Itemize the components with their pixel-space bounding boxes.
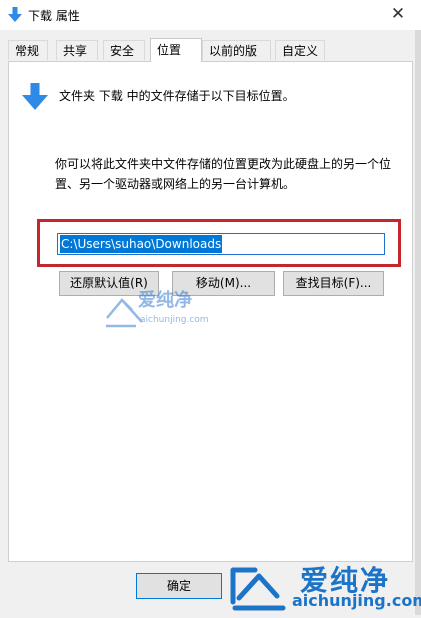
- tab-previous-versions[interactable]: 以前的版本: [202, 40, 271, 78]
- watermark-small-text: 爱纯净: [138, 289, 192, 311]
- tab-general[interactable]: 常规: [8, 40, 48, 60]
- download-arrow-icon: [22, 83, 48, 110]
- find-target-button[interactable]: 查找目标(F)...: [283, 271, 384, 296]
- window-title: 下载 属性: [28, 9, 80, 23]
- tab-customize[interactable]: 自定义: [275, 40, 325, 60]
- path-input[interactable]: C:\Users\suhao\Downloads: [57, 233, 385, 255]
- tab-sharing[interactable]: 共享: [56, 40, 98, 60]
- watermark-small: 爱纯净 aichunjing.com: [106, 289, 209, 328]
- path-input-value: C:\Users\suhao\Downloads: [60, 235, 223, 253]
- tab-strip: 常规 共享 安全 位置 以前的版本 自定义: [8, 38, 418, 78]
- window-edge: [415, 30, 421, 615]
- close-button[interactable]: ✕: [375, 0, 421, 30]
- watermark-logo-icon: [230, 567, 286, 611]
- tab-location[interactable]: 位置: [150, 38, 202, 62]
- location-info-text: 文件夹 下载 中的文件存储于以下目标位置。: [59, 89, 295, 103]
- tab-security[interactable]: 安全: [103, 40, 145, 60]
- watermark-big-url: aichunjing.com: [292, 591, 421, 610]
- download-folder-icon: [8, 7, 22, 22]
- title-bar: 下载 属性 ✕: [0, 0, 421, 30]
- location-description: 你可以将此文件夹中文件存储的位置更改为此硬盘上的另一个位置、另一个驱动器或网络上…: [55, 157, 392, 191]
- watermark-small-url: aichunjing.com: [140, 315, 209, 325]
- watermark-logo: 爱纯净 aichunjing.com: [225, 558, 421, 615]
- ok-button[interactable]: 确定: [136, 573, 222, 599]
